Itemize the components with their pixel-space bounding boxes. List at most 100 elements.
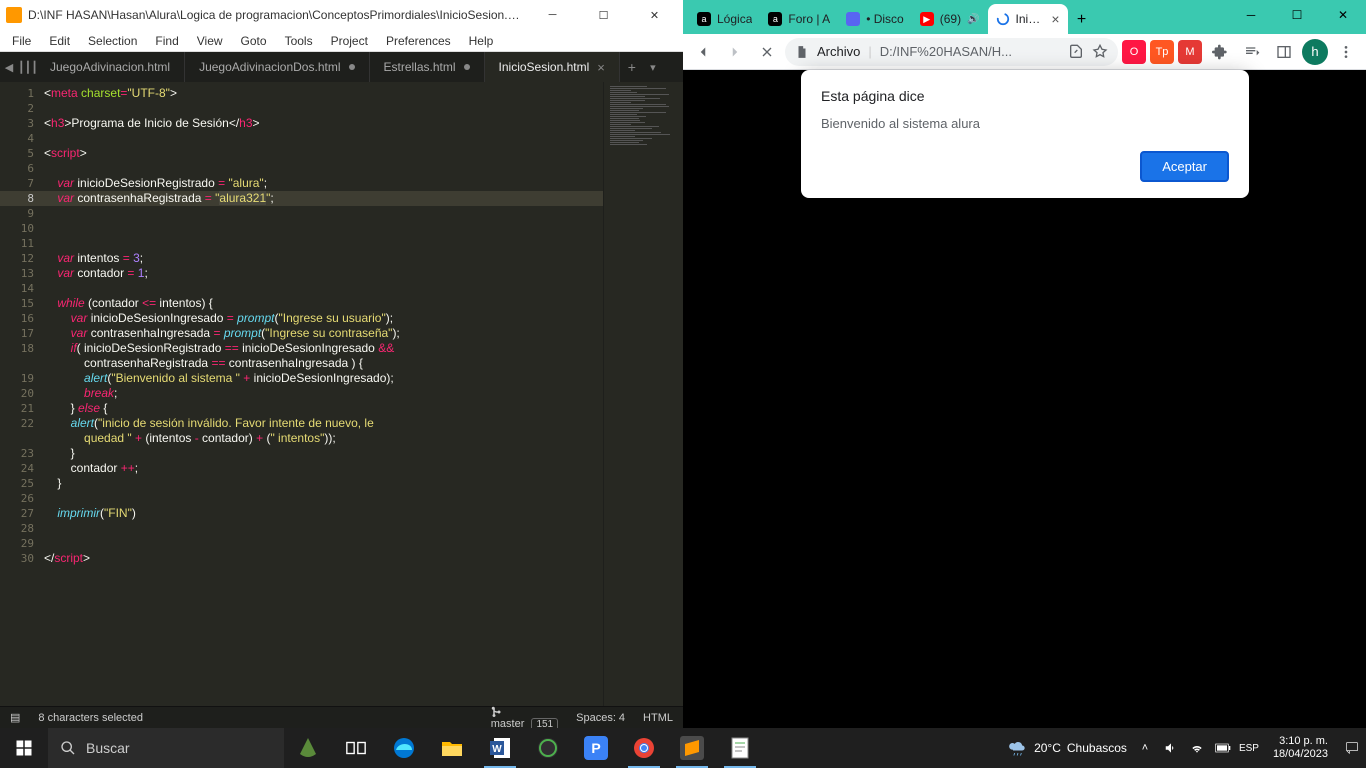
menu-project[interactable]: Project [323,32,376,50]
ext-tp-icon[interactable]: Tp [1150,40,1174,64]
profile-avatar[interactable]: h [1302,39,1328,65]
dirty-indicator-icon [464,64,470,70]
new-tab-button[interactable]: + [620,59,644,75]
ext-opera-icon[interactable]: O [1122,40,1146,64]
share-icon[interactable] [1068,44,1084,60]
menu-edit[interactable]: Edit [41,32,78,50]
browser-tab-inicio[interactable]: Inicio × [988,4,1068,34]
chrome-maximize-button[interactable]: ☐ [1274,0,1320,30]
status-spaces[interactable]: Spaces: 4 [576,712,625,724]
extensions-icon[interactable] [1206,38,1234,66]
menu-file[interactable]: File [4,32,39,50]
tray-battery-icon[interactable] [1215,740,1231,756]
tab-columns-icon[interactable]: ┃┃┃ [18,61,36,74]
menu-goto[interactable]: Goto [233,32,275,50]
menu-tools[interactable]: Tools [277,32,321,50]
menu-preferences[interactable]: Preferences [378,32,459,50]
tray-language-icon[interactable]: ESP [1241,740,1257,756]
taskbar-word-icon[interactable]: W [476,728,524,768]
tab-label: JuegoAdivinacionDos.html [199,60,340,74]
close-button[interactable]: ✕ [632,0,677,30]
js-alert-dialog: Esta página dice Bienvenido al sistema a… [801,70,1249,198]
git-branch[interactable]: master 151 [491,706,558,730]
tray-volume-icon[interactable] [1163,740,1179,756]
status-selection: 8 characters selected [38,712,143,724]
taskbar-edge-icon[interactable] [380,728,428,768]
search-icon [60,740,76,756]
chrome-close-button[interactable]: ✕ [1320,0,1366,30]
editor-body: 1234567891011121314151617181920212223242… [0,82,683,706]
new-browser-tab-button[interactable]: + [1068,6,1096,34]
omnibox-url: D:/INF%20HASAN/H... [880,44,1060,59]
menu-find[interactable]: Find [147,32,186,50]
dirty-indicator-icon [349,64,355,70]
favicon-icon: a [768,12,782,26]
forward-button[interactable] [721,38,749,66]
menu-selection[interactable]: Selection [80,32,145,50]
taskbar-p-app-icon[interactable]: P [572,728,620,768]
sublime-titlebar[interactable]: D:\INF HASAN\Hasan\Alura\Logica de progr… [0,0,683,30]
chrome-menu-icon[interactable] [1332,38,1360,66]
chrome-window: ─ ☐ ✕ aLógica aForo | A • Disco ▶(69)🔊 I… [683,0,1366,728]
taskbar-search[interactable]: Buscar [48,728,284,768]
tab-juegoadivinacion[interactable]: JuegoAdivinacion.html [36,52,185,82]
menu-view[interactable]: View [189,32,231,50]
chrome-toolbar: Archivo | D:/INF%20HASAN/H... O Tp M h [683,34,1366,70]
weather-widget[interactable]: 20°C Chubascos [1008,738,1127,758]
taskbar-taskview-icon[interactable] [332,728,380,768]
ext-mendeley-icon[interactable]: M [1178,40,1202,64]
tab-scroll-left-icon[interactable]: ◀ [0,61,18,74]
chrome-minimize-button[interactable]: ─ [1228,0,1274,30]
weather-icon [1008,738,1028,758]
stop-reload-button[interactable] [753,38,781,66]
browser-tab-discord[interactable]: • Disco [838,4,912,34]
favicon-icon [846,12,860,26]
tab-close-icon[interactable]: × [1051,11,1059,27]
sublime-window: D:\INF HASAN\Hasan\Alura\Logica de progr… [0,0,683,728]
menu-help[interactable]: Help [461,32,502,50]
taskbar-chrome-icon[interactable] [620,728,668,768]
tab-dropdown-icon[interactable]: ▾ [644,61,662,74]
sidebar-toggle-icon[interactable]: ▤ [10,711,20,724]
taskbar-obs-icon[interactable] [524,728,572,768]
taskbar-notepad-icon[interactable] [716,728,764,768]
taskbar-rainmeter-icon[interactable] [284,728,332,768]
code-area[interactable]: <meta charset="UTF-8"> <h3>Programa de I… [44,82,603,706]
tab-estrellas[interactable]: Estrellas.html [370,52,485,82]
start-button[interactable] [0,728,48,768]
sublime-logo-icon [6,7,22,23]
system-tray: 20°C Chubascos ˄ ESP 3:10 p. m. 18/04/20… [1008,728,1366,768]
tab-juegoadivinaciondos[interactable]: JuegoAdivinacionDos.html [185,52,369,82]
reading-list-icon[interactable] [1238,38,1266,66]
taskbar-sublime-icon[interactable] [668,728,716,768]
minimap[interactable] [603,82,683,706]
file-icon [795,45,809,59]
svg-text:W: W [492,744,502,755]
dialog-ok-button[interactable]: Aceptar [1140,151,1229,182]
minimize-button[interactable]: ─ [530,0,575,30]
tab-iniciosesion[interactable]: InicioSesion.html× [485,52,620,82]
tray-chevron-up-icon[interactable]: ˄ [1137,740,1153,756]
sidepanel-icon[interactable] [1270,38,1298,66]
sublime-tabstrip: ◀ ┃┃┃ JuegoAdivinacion.html JuegoAdivina… [0,52,683,82]
taskbar-clock[interactable]: 3:10 p. m. 18/04/2023 [1267,735,1334,761]
tab-close-icon[interactable]: × [597,60,605,75]
sublime-title: D:\INF HASAN\Hasan\Alura\Logica de progr… [28,8,524,22]
maximize-button[interactable]: ☐ [581,0,626,30]
notifications-icon[interactable] [1344,740,1360,756]
bookmark-star-icon[interactable] [1092,44,1108,60]
audio-icon[interactable]: 🔊 [967,14,979,25]
browser-tab-youtube[interactable]: ▶(69)🔊 [912,4,988,34]
gutter[interactable]: 1234567891011121314151617181920212223242… [0,82,44,706]
browser-tab-logica[interactable]: aLógica [689,4,760,34]
back-button[interactable] [689,38,717,66]
taskbar-explorer-icon[interactable] [428,728,476,768]
statusbar: ▤ 8 characters selected master 151 Space… [0,706,683,728]
windows-taskbar: Buscar W P 20°C Chubascos ˄ ESP 3:10 p. … [0,728,1366,768]
tray-wifi-icon[interactable] [1189,740,1205,756]
dialog-message: Bienvenido al sistema alura [821,116,1229,131]
status-syntax[interactable]: HTML [643,712,673,724]
omnibox[interactable]: Archivo | D:/INF%20HASAN/H... [785,38,1118,66]
browser-tab-foro[interactable]: aForo | A [760,4,838,34]
dialog-title: Esta página dice [821,88,1229,104]
